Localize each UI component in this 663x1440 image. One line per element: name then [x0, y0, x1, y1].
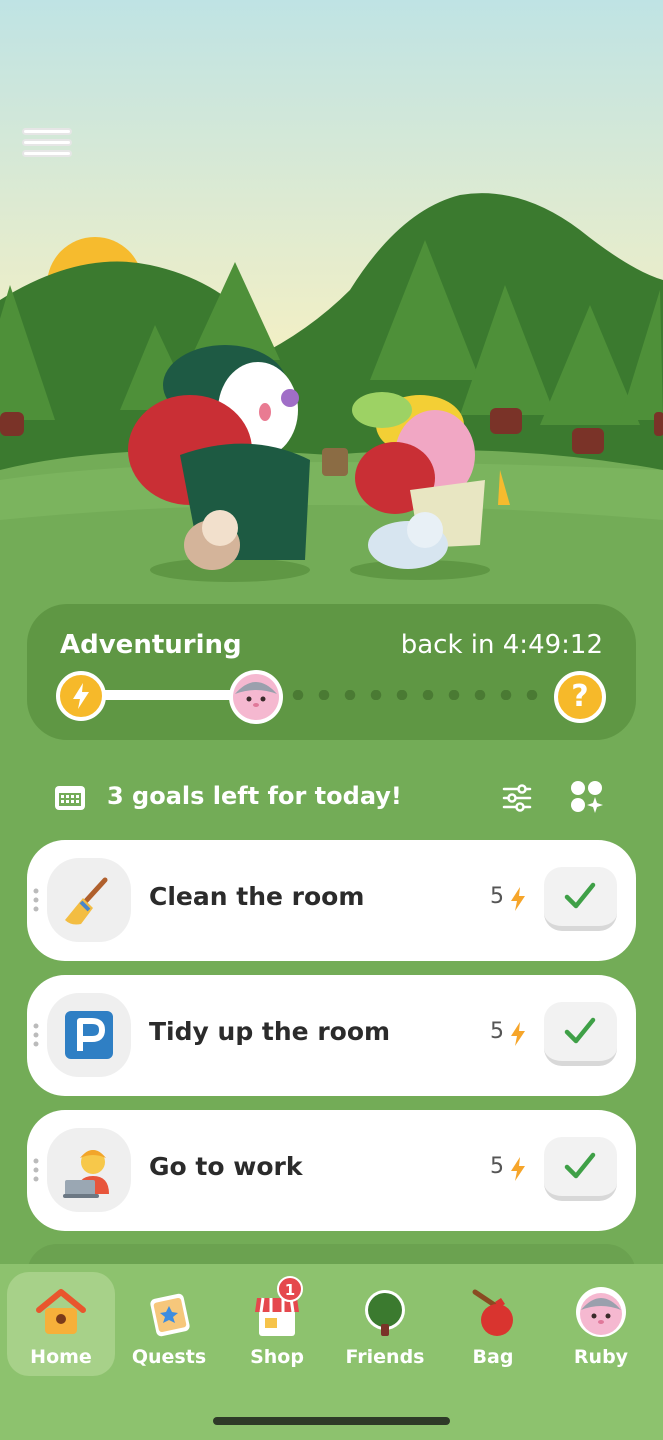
complete-goal-button[interactable] — [544, 1137, 617, 1201]
nav-shop[interactable]: 1 Shop — [223, 1272, 331, 1376]
adventure-scene — [0, 0, 663, 620]
mystery-destination-icon: ? — [554, 671, 606, 723]
nav-label: Quests — [131, 1346, 207, 1368]
goal-card[interactable]: Go to work 5 — [27, 1110, 636, 1231]
home-indicator — [213, 1417, 450, 1425]
goal-points: 5 — [490, 1154, 504, 1179]
goal-title: Tidy up the room — [149, 1017, 391, 1046]
goal-points: 5 — [490, 884, 504, 909]
nav-label: Bag — [472, 1346, 514, 1368]
checkmark-icon — [564, 1152, 596, 1179]
nav-label: Home — [30, 1346, 92, 1368]
shop-notification-badge: 1 — [277, 1276, 303, 1302]
complete-goal-button[interactable] — [544, 1002, 617, 1066]
goal-card[interactable]: Tidy up the room 5 — [27, 975, 636, 1096]
worker-laptop-icon — [47, 1128, 131, 1212]
adventure-status: Adventuring — [60, 630, 242, 660]
tree-icon — [365, 1290, 405, 1336]
complete-goal-button[interactable] — [544, 867, 617, 931]
nav-label: Friends — [345, 1346, 425, 1368]
adventure-card[interactable]: Adventuring back in 4:49:12 ? — [27, 604, 636, 740]
quests-icon — [150, 1293, 190, 1337]
nav-bag[interactable]: Bag — [439, 1272, 547, 1376]
bag-icon — [472, 1289, 513, 1336]
energy-bolt-icon — [511, 1022, 525, 1046]
drag-handle-icon[interactable] — [33, 1023, 39, 1047]
checkmark-icon — [564, 882, 596, 909]
filter-sliders-icon[interactable] — [502, 784, 532, 812]
nav-quests[interactable]: Quests — [115, 1272, 223, 1376]
goal-title: Go to work — [149, 1152, 303, 1181]
checkmark-icon — [564, 1017, 596, 1044]
parking-icon — [47, 993, 131, 1077]
goals-header: 3 goals left for today! — [52, 780, 612, 816]
nav-home[interactable]: Home — [7, 1272, 115, 1376]
drag-handle-icon[interactable] — [33, 1158, 39, 1182]
forest-scene-illustration — [0, 0, 663, 620]
energy-bolt-icon — [511, 1157, 525, 1181]
broom-icon — [47, 858, 131, 942]
ruby-avatar-icon — [576, 1287, 626, 1337]
calendar-icon — [54, 784, 86, 812]
nav-label: Shop — [250, 1346, 304, 1368]
drag-handle-icon[interactable] — [33, 888, 39, 912]
goals-remaining-text: 3 goals left for today! — [107, 782, 402, 810]
adventure-return-time: back in 4:49:12 — [400, 630, 603, 660]
nav-label: Ruby — [573, 1346, 629, 1368]
home-icon — [36, 1289, 86, 1334]
nav-profile[interactable]: Ruby — [547, 1272, 655, 1376]
add-widget-grid-icon[interactable] — [570, 780, 604, 814]
bottom-nav: Home Quests 1 Shop Friends Bag Ruby — [0, 1264, 663, 1440]
energy-bolt-icon — [511, 887, 525, 911]
character-avatar-icon — [229, 670, 283, 724]
goal-title: Clean the room — [149, 882, 365, 911]
energy-bolt-icon — [56, 671, 106, 721]
goal-card[interactable]: Clean the room 5 — [27, 840, 636, 961]
hamburger-menu-button[interactable] — [22, 128, 72, 168]
nav-friends[interactable]: Friends — [331, 1272, 439, 1376]
progress-remaining — [285, 690, 545, 700]
goal-points: 5 — [490, 1019, 504, 1044]
